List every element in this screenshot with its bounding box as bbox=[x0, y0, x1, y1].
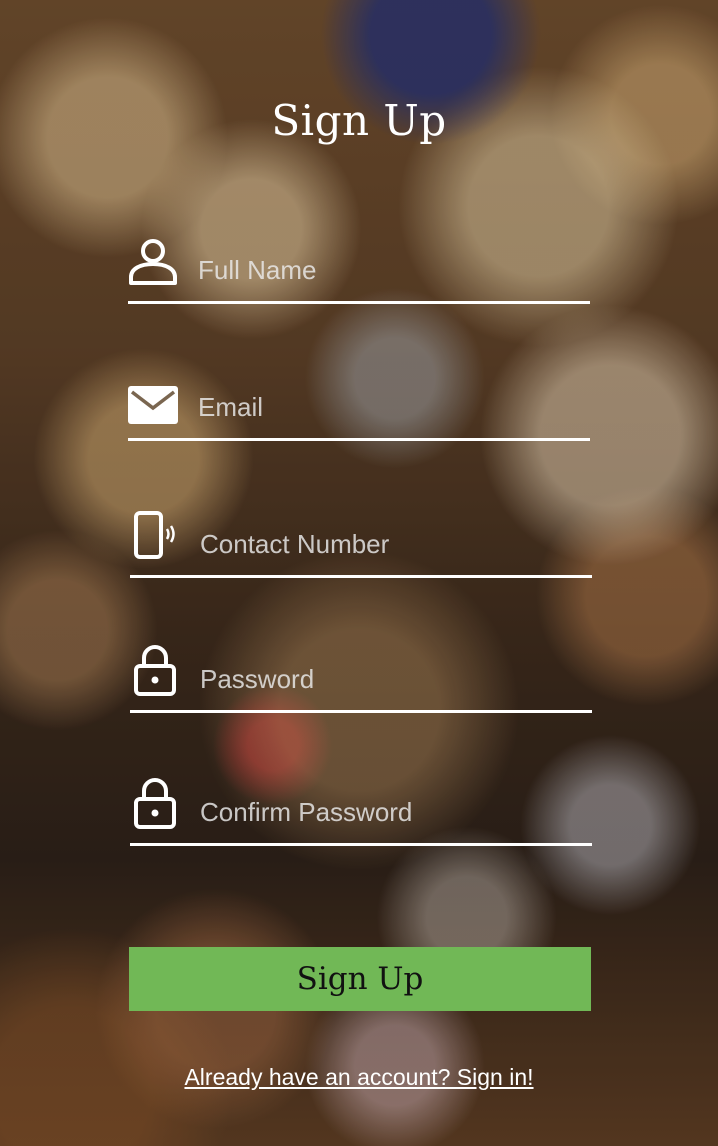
sign-in-link[interactable]: Already have an account? Sign in! bbox=[184, 1064, 533, 1090]
email-field bbox=[128, 375, 590, 441]
confirm-password-input[interactable] bbox=[200, 795, 592, 829]
lock-icon bbox=[130, 645, 180, 696]
password-input[interactable] bbox=[200, 662, 592, 696]
contact-number-field bbox=[130, 511, 592, 578]
envelope-icon bbox=[128, 374, 178, 424]
email-input[interactable] bbox=[198, 390, 590, 424]
password-field bbox=[130, 645, 592, 713]
page-title: Sign Up bbox=[271, 96, 447, 145]
phone-icon bbox=[130, 511, 180, 561]
full-name-field bbox=[128, 238, 590, 304]
signup-screen: Sign Up Full Name Email Contact Number S… bbox=[0, 0, 718, 1146]
sign-up-button[interactable]: Sign Up bbox=[129, 947, 591, 1011]
confirm-password-field bbox=[130, 778, 592, 846]
full-name-input[interactable] bbox=[198, 253, 590, 287]
user-icon bbox=[128, 237, 178, 287]
contact-number-input[interactable] bbox=[200, 527, 592, 561]
lock-icon bbox=[130, 778, 180, 829]
signin-link-container: Already have an account? Sign in! bbox=[0, 1064, 718, 1091]
